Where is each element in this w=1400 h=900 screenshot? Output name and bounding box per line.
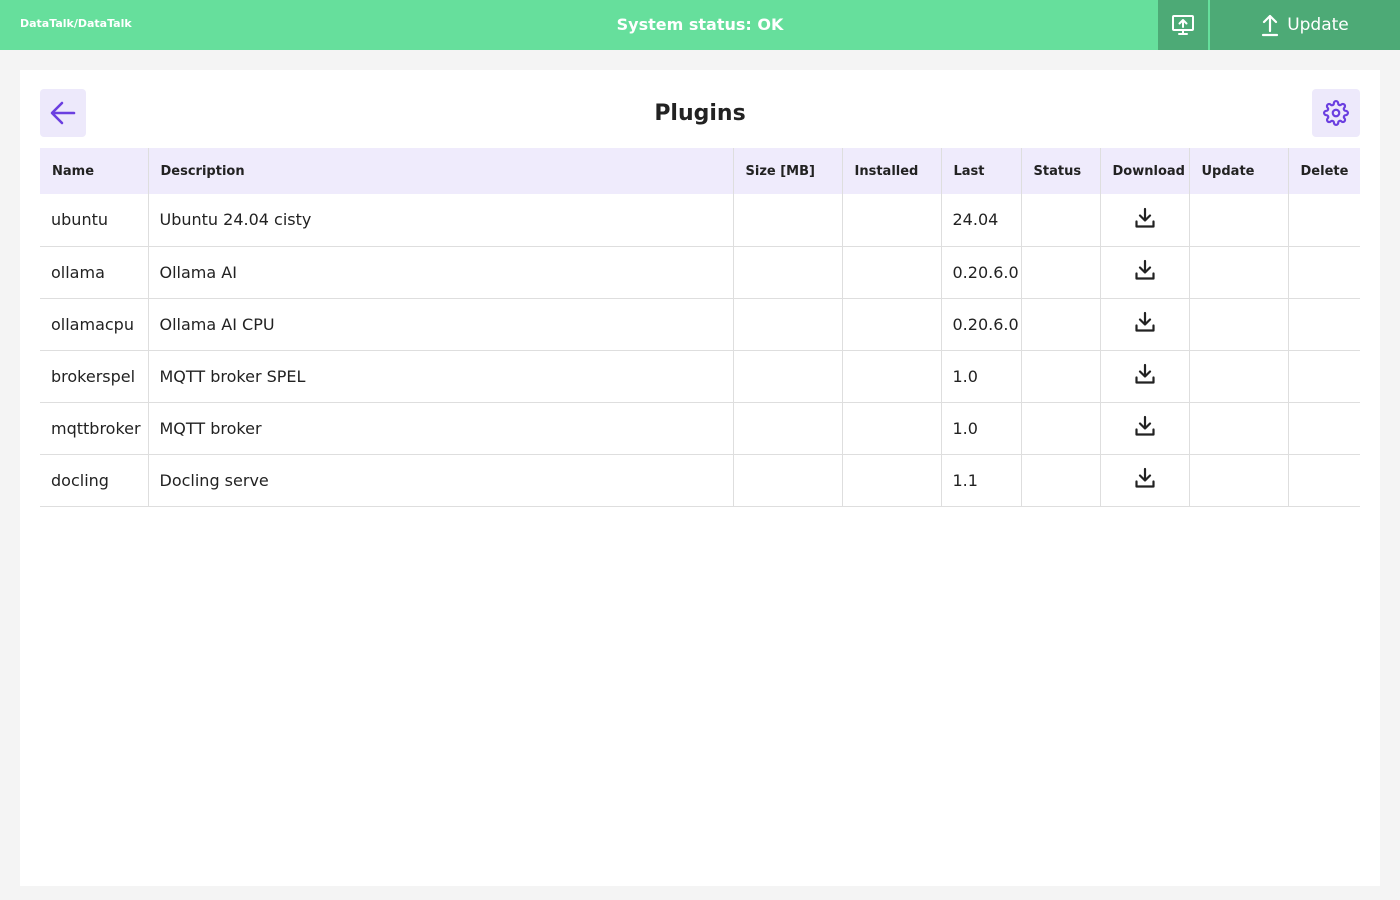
- cell-delete: [1287, 246, 1360, 298]
- cell-delete: [1287, 454, 1360, 506]
- download-button[interactable]: [1134, 415, 1156, 437]
- cell-delete: [1287, 350, 1360, 402]
- download-button[interactable]: [1134, 467, 1156, 489]
- cell-description: Ollama AI: [147, 246, 733, 298]
- table-row: ollamacpu Ollama AI CPU 0.20.6.0: [40, 298, 1360, 350]
- cell-name: ollamacpu: [51, 314, 134, 334]
- cell-size: [732, 350, 842, 402]
- cell-description: Ubuntu 24.04 cisty: [147, 194, 733, 246]
- settings-button[interactable]: [1312, 89, 1360, 137]
- cell-update: [1188, 350, 1288, 402]
- column-header-download[interactable]: Download: [1099, 148, 1189, 194]
- cell-size: [732, 298, 842, 350]
- column-header-update[interactable]: Update: [1188, 148, 1288, 194]
- column-header-description[interactable]: Description: [147, 148, 733, 194]
- cell-description: Ollama AI CPU: [147, 298, 733, 350]
- cell-installed: [841, 402, 941, 454]
- download-icon: [1134, 415, 1155, 436]
- cell-download: [1099, 402, 1189, 454]
- brand-label: DataTalk/DataTalk: [20, 17, 132, 30]
- plugins-card: Plugins Name Description Size [MB] Insta…: [20, 70, 1380, 886]
- download-icon: [1134, 207, 1155, 228]
- cell-status: [1020, 194, 1100, 246]
- cell-last: 1.0: [940, 350, 1021, 402]
- column-header-status[interactable]: Status: [1020, 148, 1100, 194]
- cell-update: [1188, 454, 1288, 506]
- cell-status: [1020, 246, 1100, 298]
- column-header-installed[interactable]: Installed: [841, 148, 941, 194]
- cell-last: 1.1: [940, 454, 1021, 506]
- table-row: ollama Ollama AI 0.20.6.0: [40, 246, 1360, 298]
- column-header-last[interactable]: Last: [940, 148, 1021, 194]
- cell-update: [1188, 194, 1288, 246]
- cell-download: [1099, 246, 1189, 298]
- cell-last: 0.20.6.0: [940, 246, 1021, 298]
- table-row: ubuntu Ubuntu 24.04 cisty 24.04: [40, 194, 1360, 246]
- cell-delete: [1287, 402, 1360, 454]
- cell-last: 24.04: [940, 194, 1021, 246]
- cell-name: brokerspel: [51, 366, 136, 386]
- cell-size: [732, 402, 842, 454]
- cell-download: [1099, 350, 1189, 402]
- upload-arrow-icon: [1262, 14, 1279, 37]
- cell-download: [1099, 194, 1189, 246]
- cell-update: [1188, 298, 1288, 350]
- download-icon: [1134, 467, 1155, 488]
- cell-description: Docling serve: [147, 454, 733, 506]
- download-button[interactable]: [1134, 363, 1156, 385]
- cell-last: 0.20.6.0: [940, 298, 1021, 350]
- column-header-name[interactable]: Name: [40, 148, 148, 194]
- back-button[interactable]: [40, 89, 86, 137]
- top-bar: DataTalk/DataTalk System status: OK Upda…: [0, 0, 1400, 50]
- column-header-size[interactable]: Size [MB]: [732, 148, 842, 194]
- download-icon: [1134, 311, 1155, 332]
- cell-installed: [841, 246, 941, 298]
- cell-size: [732, 454, 842, 506]
- cell-name: ubuntu: [51, 210, 108, 230]
- cell-last: 1.0: [940, 402, 1021, 454]
- download-button[interactable]: [1134, 311, 1156, 333]
- monitor-button[interactable]: [1158, 0, 1208, 50]
- gear-icon: [1323, 100, 1349, 126]
- cell-download: [1099, 454, 1189, 506]
- cell-download: [1099, 298, 1189, 350]
- cell-delete: [1287, 298, 1360, 350]
- cell-update: [1188, 402, 1288, 454]
- cell-description: MQTT broker SPEL: [147, 350, 733, 402]
- cell-size: [732, 246, 842, 298]
- cell-name: docling: [51, 470, 109, 490]
- cell-installed: [841, 298, 941, 350]
- cell-installed: [841, 350, 941, 402]
- cell-status: [1020, 298, 1100, 350]
- page-title: Plugins: [654, 101, 746, 126]
- column-header-delete[interactable]: Delete: [1287, 148, 1360, 194]
- cell-installed: [841, 454, 941, 506]
- cell-update: [1188, 246, 1288, 298]
- table-row: docling Docling serve 1.1: [40, 454, 1360, 506]
- table-row: brokerspel MQTT broker SPEL 1.0: [40, 350, 1360, 402]
- cell-status: [1020, 350, 1100, 402]
- download-button[interactable]: [1134, 259, 1156, 281]
- arrow-left-icon: [50, 101, 76, 125]
- download-icon: [1134, 259, 1155, 280]
- cell-name: mqttbroker: [51, 418, 141, 438]
- update-button[interactable]: Update: [1210, 0, 1400, 50]
- plugins-table: Name Description Size [MB] Installed Las…: [40, 148, 1360, 507]
- cell-status: [1020, 402, 1100, 454]
- table-header-row: Name Description Size [MB] Installed Las…: [40, 148, 1360, 194]
- download-icon: [1134, 363, 1155, 384]
- cell-name: ollama: [51, 262, 105, 282]
- cell-delete: [1287, 194, 1360, 246]
- cell-size: [732, 194, 842, 246]
- cell-status: [1020, 454, 1100, 506]
- cell-description: MQTT broker: [147, 402, 733, 454]
- cell-installed: [841, 194, 941, 246]
- monitor-upload-icon: [1172, 15, 1194, 35]
- update-button-label: Update: [1287, 15, 1349, 35]
- table-row: mqttbroker MQTT broker 1.0: [40, 402, 1360, 454]
- download-button[interactable]: [1134, 207, 1156, 229]
